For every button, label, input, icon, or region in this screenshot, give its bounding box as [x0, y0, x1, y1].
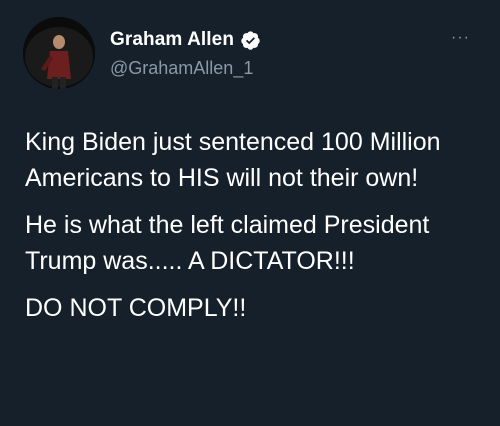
author-name-row: Graham Allen	[110, 28, 261, 52]
tweet-paragraph: DO NOT COMPLY!!	[25, 294, 247, 322]
author-display-name[interactable]: Graham Allen	[110, 29, 234, 51]
author-info: Graham Allen @GrahamAllen_1	[110, 28, 261, 79]
tweet-paragraph: King Biden just sentenced 100 Million Am…	[25, 128, 441, 192]
tweet-card: Graham Allen @GrahamAllen_1 ··· King Bid…	[0, 0, 500, 426]
more-options-icon[interactable]: ···	[451, 30, 470, 46]
avatar-photo-icon	[23, 17, 95, 89]
tweet-text: King Biden just sentenced 100 Million Am…	[25, 124, 475, 337]
author-handle[interactable]: @GrahamAllen_1	[110, 58, 261, 79]
verified-badge-icon	[240, 30, 261, 51]
author-avatar[interactable]	[23, 17, 95, 89]
tweet-paragraph: He is what the left claimed President Tr…	[25, 211, 430, 275]
